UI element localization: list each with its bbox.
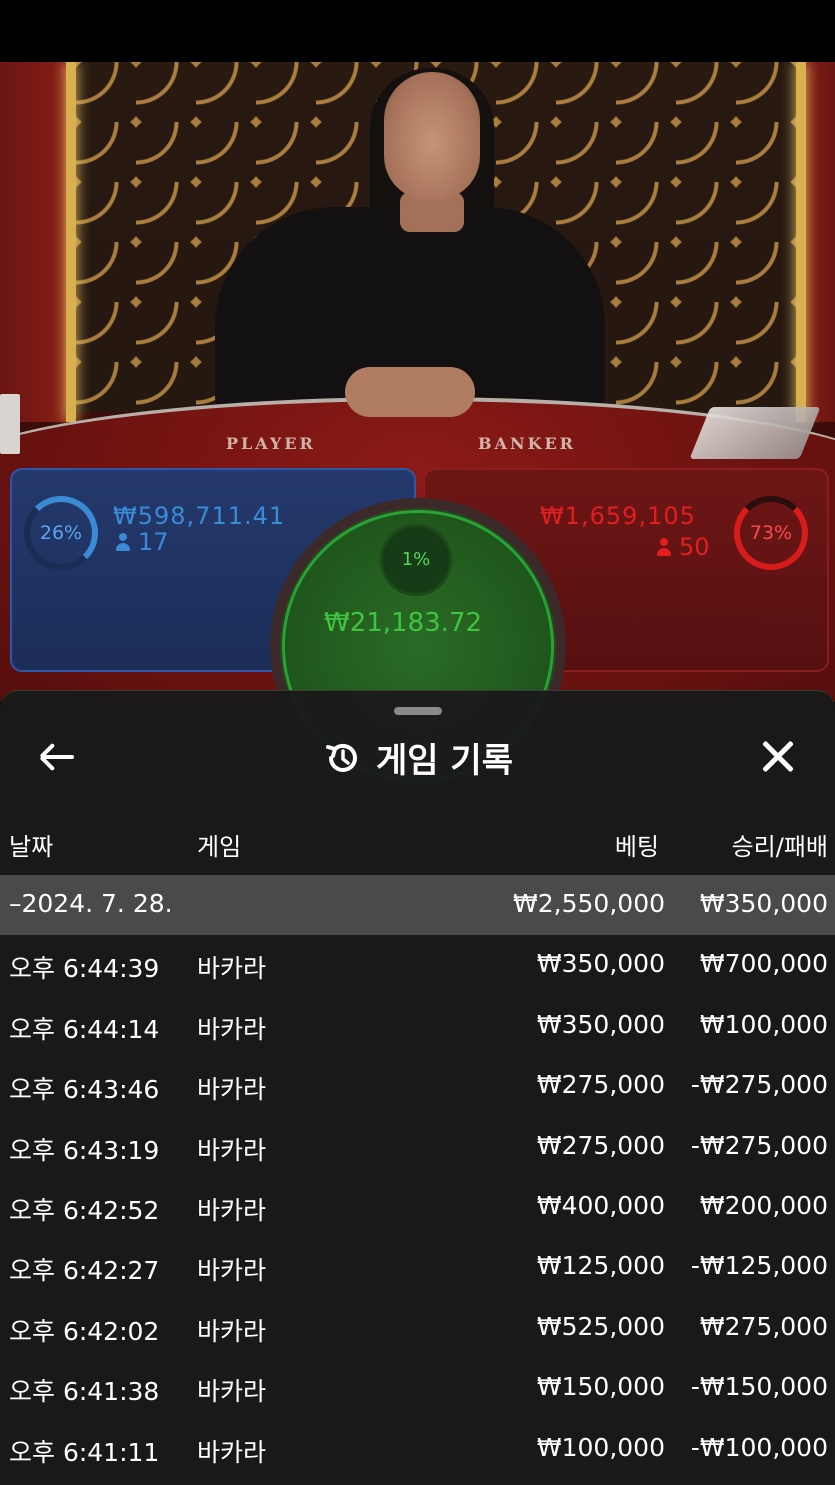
sheet-title: 게임 기록 [322, 733, 513, 782]
row-bet: ₩150,000 [536, 1372, 665, 1402]
date-group-winloss: ₩350,000 [699, 889, 828, 918]
card-stack [0, 394, 20, 454]
row-game: 바카라 [197, 1135, 267, 1165]
row-game: 바카라 [197, 1014, 267, 1044]
sheet-header: 게임 기록 [0, 733, 835, 782]
row-winloss: -₩150,000 [690, 1372, 828, 1402]
history-row[interactable]: 오후 6:42:02 바카라 ₩525,000 ₩275,000 [0, 1298, 835, 1358]
row-winloss: ₩275,000 [699, 1311, 828, 1341]
drag-handle[interactable] [394, 707, 442, 715]
col-game: 게임 [197, 833, 242, 861]
history-rows: –2024. 7. 28. ₩2,550,000 ₩350,000 오후 6:4… [0, 875, 835, 1479]
dealer-face [384, 72, 480, 200]
dealer-hands [345, 367, 475, 417]
row-time: 오후 6:44:39 [9, 954, 160, 984]
history-row[interactable]: 오후 6:42:52 바카라 ₩400,000 ₩200,000 [0, 1177, 835, 1237]
player-bettor-count: 17 [116, 528, 169, 556]
row-game: 바카라 [197, 1437, 267, 1467]
row-time: 오후 6:42:27 [9, 1256, 160, 1286]
history-row[interactable]: 오후 6:41:11 바카라 ₩100,000 -₩100,000 [0, 1419, 835, 1479]
row-winloss: -₩125,000 [690, 1251, 828, 1281]
banker-bettor-count: 50 [657, 533, 710, 561]
row-bet: ₩350,000 [536, 1009, 665, 1039]
date-group-bet: ₩2,550,000 [513, 889, 665, 918]
col-date: 날짜 [9, 833, 54, 861]
player-percent-ring: 26% [24, 496, 98, 570]
row-bet: ₩100,000 [536, 1432, 665, 1462]
lamp-left [66, 62, 76, 422]
row-game: 바카라 [197, 1195, 267, 1225]
banker-percent-ring: 73% [734, 496, 808, 570]
row-bet: ₩400,000 [536, 1190, 665, 1220]
history-row[interactable]: 오후 6:43:46 바카라 ₩275,000 -₩275,000 [0, 1056, 835, 1116]
date-group-row[interactable]: –2024. 7. 28. ₩2,550,000 ₩350,000 [0, 875, 835, 936]
person-icon [116, 533, 130, 551]
col-winloss: 승리/패배 [731, 833, 828, 861]
row-bet: ₩125,000 [536, 1251, 665, 1281]
banker-bet-amount: ₩1,659,105 [540, 502, 696, 530]
col-bet: 베팅 [614, 833, 659, 861]
row-time: 오후 6:43:19 [9, 1135, 160, 1165]
row-bet: ₩350,000 [536, 949, 665, 979]
history-row[interactable]: 오후 6:44:14 바카라 ₩350,000 ₩100,000 [0, 996, 835, 1056]
row-game: 바카라 [197, 1316, 267, 1346]
row-bet: ₩275,000 [536, 1130, 665, 1160]
row-time: 오후 6:41:38 [9, 1377, 160, 1407]
history-row[interactable]: 오후 6:44:39 바카라 ₩350,000 ₩700,000 [0, 935, 835, 995]
history-row[interactable]: 오후 6:43:19 바카라 ₩275,000 -₩275,000 [0, 1117, 835, 1177]
history-table-header: 날짜 게임 베팅 승리/패배 [0, 823, 835, 863]
person-icon [657, 538, 671, 556]
wall-left [0, 62, 72, 422]
row-winloss: ₩700,000 [699, 949, 828, 979]
card-shoe [689, 407, 821, 459]
date-group-date: –2024. 7. 28. [9, 889, 173, 918]
row-winloss: -₩275,000 [690, 1130, 828, 1160]
row-winloss: ₩200,000 [699, 1190, 828, 1220]
row-winloss: ₩100,000 [699, 1009, 828, 1039]
row-bet: ₩525,000 [536, 1311, 665, 1341]
row-time: 오후 6:41:11 [9, 1437, 160, 1467]
table-label-banker: BANKER [478, 434, 576, 453]
sheet-title-text: 게임 기록 [376, 741, 513, 781]
tie-bet-amount: ₩21,183.72 [324, 608, 483, 638]
row-time: 오후 6:44:14 [9, 1014, 160, 1044]
row-winloss: -₩275,000 [690, 1070, 828, 1100]
tie-percent-ring: 1% [380, 524, 452, 596]
row-time: 오후 6:43:46 [9, 1075, 160, 1105]
history-row[interactable]: 오후 6:41:38 바카라 ₩150,000 -₩150,000 [0, 1358, 835, 1418]
close-icon[interactable] [758, 737, 798, 777]
game-history-sheet: 게임 기록 날짜 게임 베팅 승리/패배 –2024. 7. 28. ₩2,55… [0, 690, 835, 1485]
row-time: 오후 6:42:52 [9, 1195, 160, 1225]
player-count-value: 17 [138, 528, 169, 556]
lamp-right [796, 62, 806, 422]
banker-count-value: 50 [679, 533, 710, 561]
row-time: 오후 6:42:02 [9, 1316, 160, 1346]
table-label-player: PLAYER [226, 434, 316, 453]
status-bar [0, 0, 835, 62]
player-bet-amount: ₩598,711.41 [113, 502, 286, 530]
row-game: 바카라 [197, 1256, 267, 1286]
row-game: 바카라 [197, 954, 267, 984]
row-winloss: -₩100,000 [690, 1432, 828, 1462]
history-row[interactable]: 오후 6:42:27 바카라 ₩125,000 -₩125,000 [0, 1237, 835, 1297]
row-game: 바카라 [197, 1377, 267, 1407]
history-icon [326, 743, 357, 772]
row-bet: ₩275,000 [536, 1070, 665, 1100]
row-game: 바카라 [197, 1075, 267, 1105]
